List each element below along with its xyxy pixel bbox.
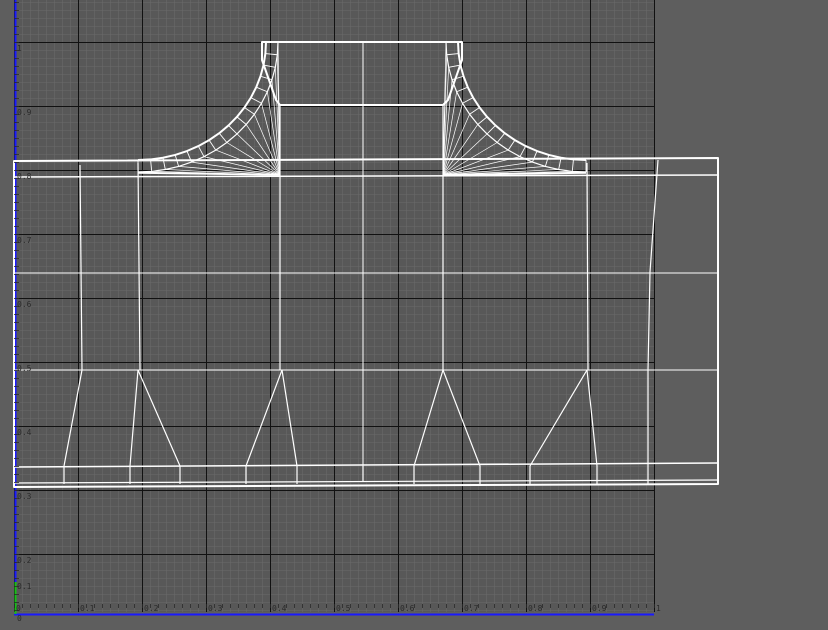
bottom-ruler-label: 0.2 <box>144 604 159 613</box>
bottom-ruler-label: 0.5 <box>336 604 351 613</box>
bottom-ruler-label: 0.1 <box>80 604 95 613</box>
left-ruler-label: 0.3 <box>17 492 32 501</box>
bottom-ruler-label: 0 <box>16 604 21 613</box>
bottom-ruler-label: 0.8 <box>528 604 543 613</box>
bottom-ruler-label: 0.3 <box>208 604 223 613</box>
left-ruler-label: 0.4 <box>17 428 32 437</box>
bottom-ruler-label: 1 <box>656 604 661 613</box>
bottom-ruler-label: 0.9 <box>592 604 607 613</box>
left-ruler-label: 1 <box>17 44 22 53</box>
uv-editor-viewport[interactable]: 0 0.1 0.2 0.3 0.4 0.5 0.6 0.7 0.8 0.9 1 1 0.9 0.8 0.7… <box>0 0 828 630</box>
bottom-ruler-label: 0.6 <box>400 604 415 613</box>
left-ruler-label: 0.5 <box>17 364 32 373</box>
left-ruler-label: 0.2 <box>17 556 32 565</box>
bottom-ruler-label: 0.7 <box>464 604 479 613</box>
left-ruler-label: 0.6 <box>17 300 32 309</box>
bottom-ruler-label: 0.4 <box>272 604 287 613</box>
left-ruler-label: 0 <box>17 614 22 623</box>
left-ruler-label: 0.9 <box>17 108 32 117</box>
left-ruler-label: 0.8 <box>17 172 32 181</box>
left-ruler-label: 0.7 <box>17 236 32 245</box>
left-ruler-label: 0.1 <box>17 582 32 591</box>
uv-canvas[interactable]: 0 0.1 0.2 0.3 0.4 0.5 0.6 0.7 0.8 0.9 1 1 0.9 0.8 0.7… <box>0 0 828 630</box>
